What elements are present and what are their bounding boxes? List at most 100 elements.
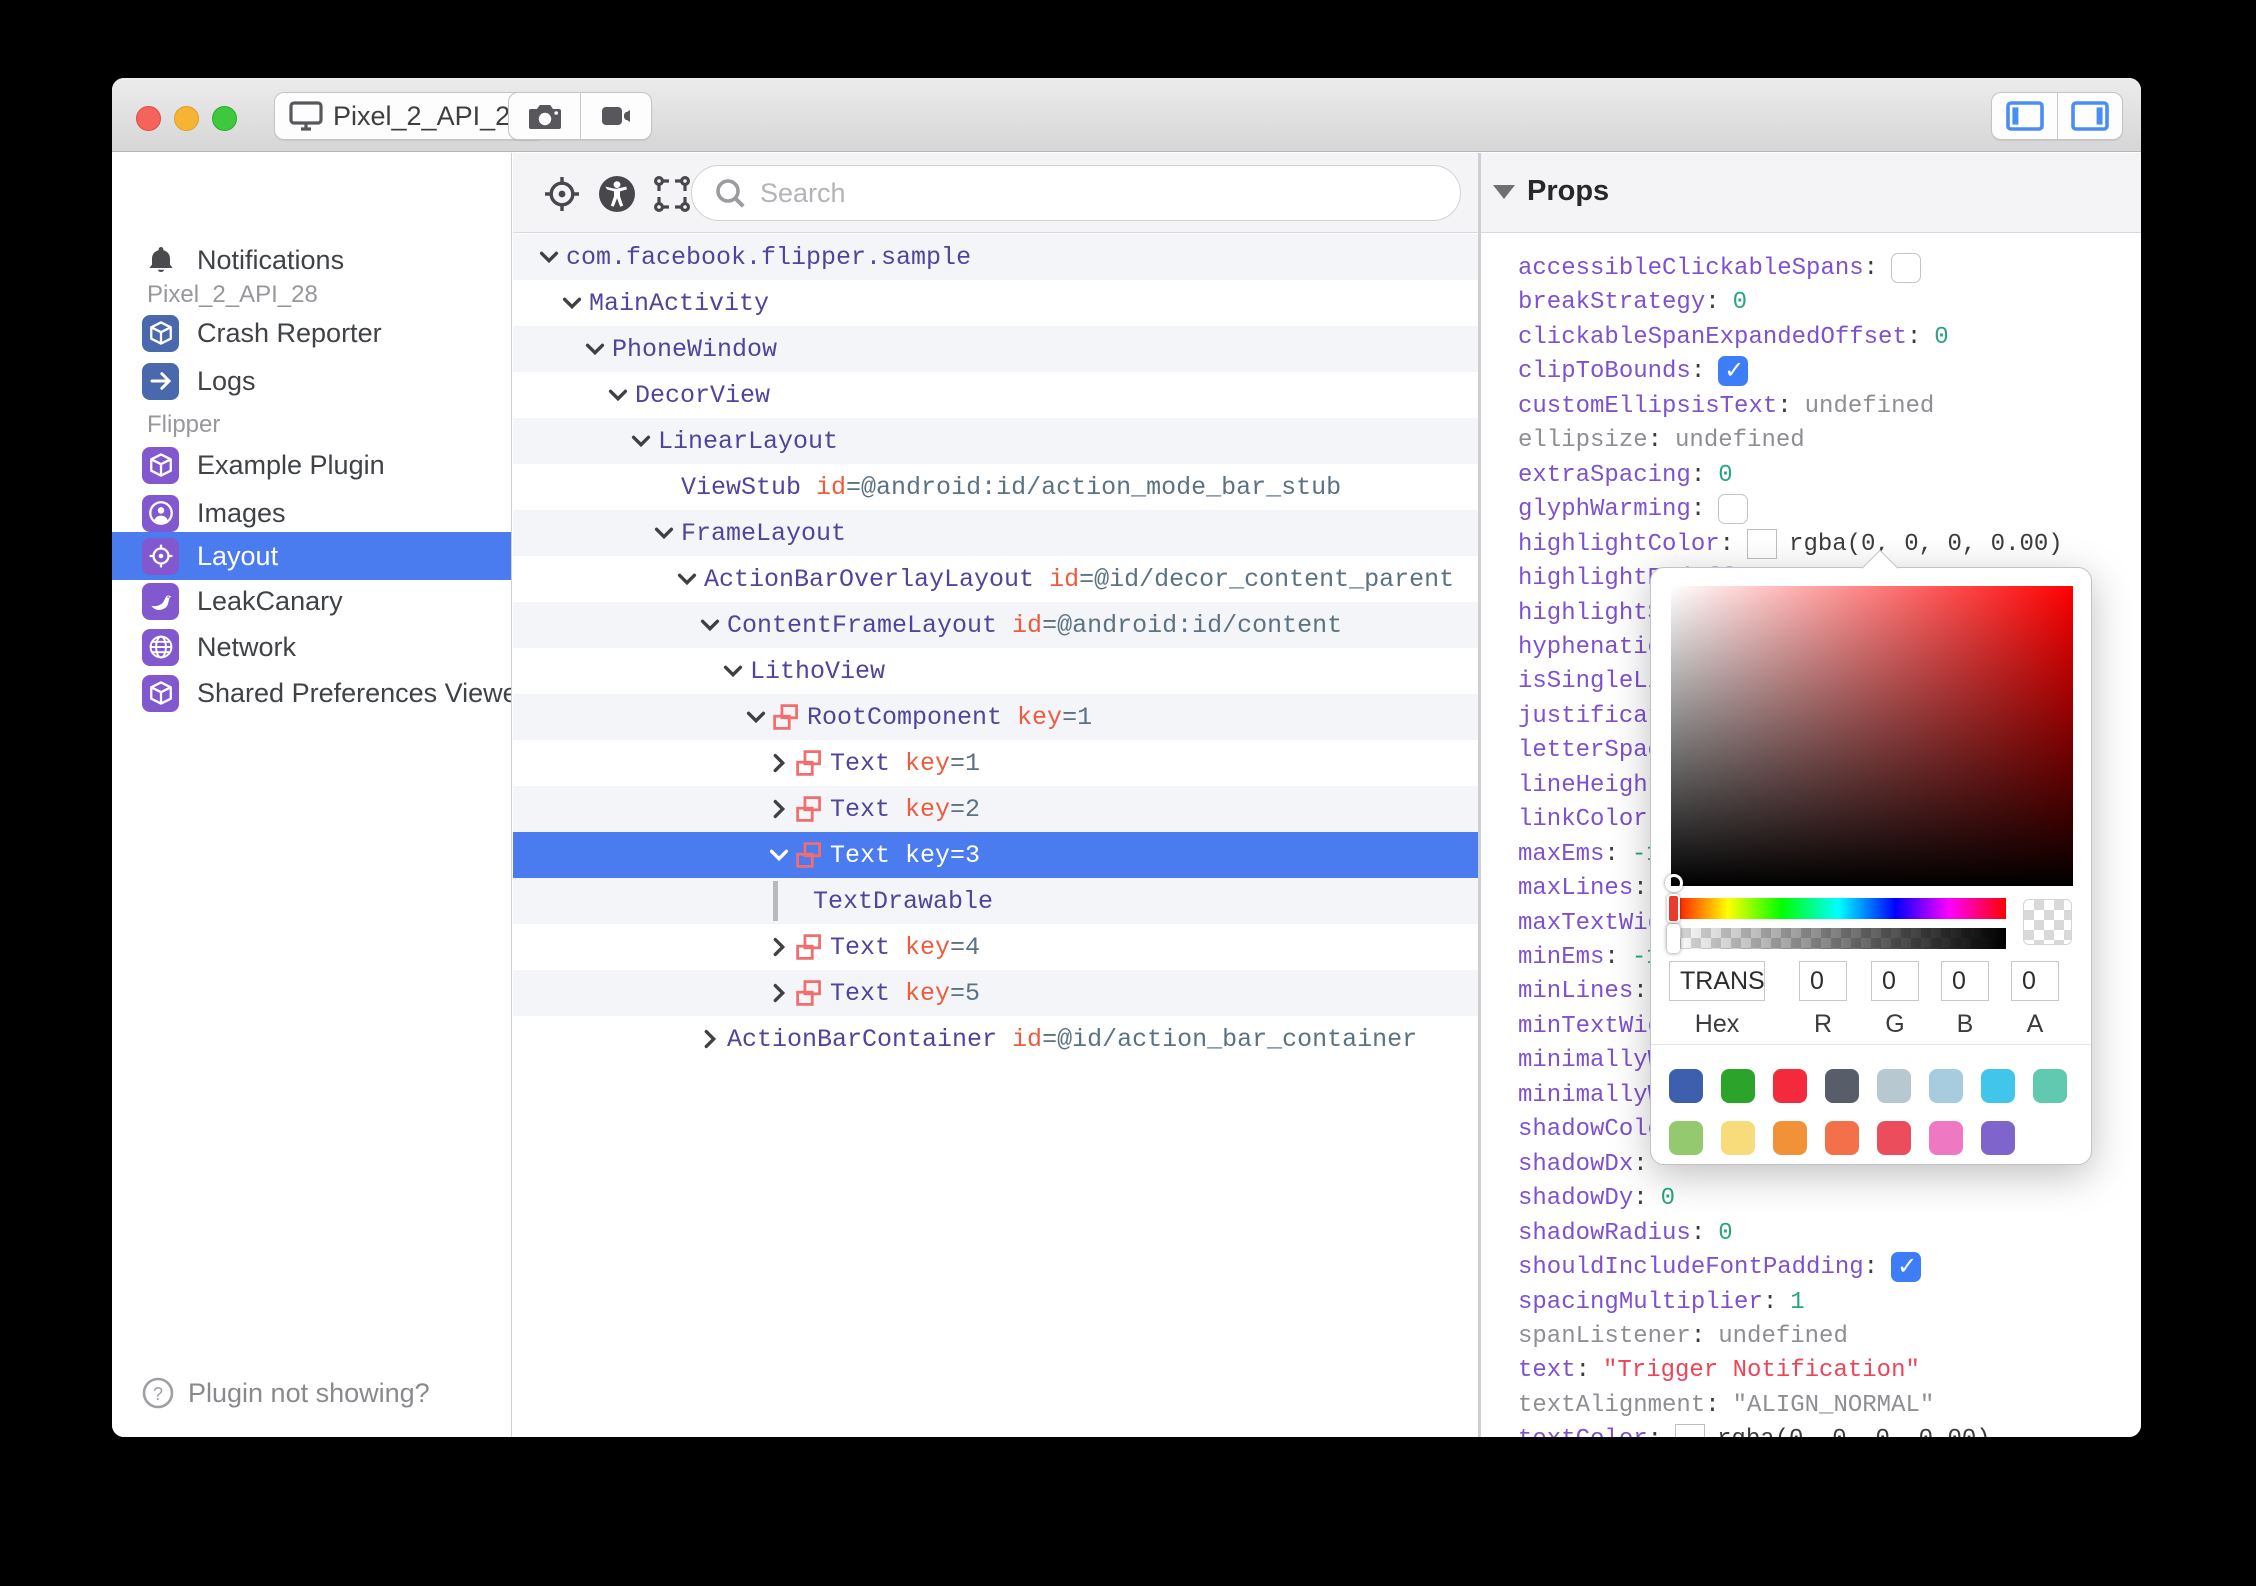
tree-row-text[interactable]: Text key =3: [513, 832, 1478, 878]
preset-color-swatch[interactable]: [1825, 1069, 1859, 1103]
chevron-collapsed-icon[interactable]: [697, 1026, 727, 1052]
preset-color-swatch[interactable]: [2033, 1069, 2067, 1103]
tree-row-textdrawable[interactable]: TextDrawable: [513, 878, 1478, 924]
preset-color-swatch[interactable]: [1981, 1069, 2015, 1103]
blue-input[interactable]: 0: [1941, 961, 1989, 1001]
sidebar-item-network[interactable]: Network: [112, 623, 511, 671]
prop-value: 0: [1660, 1184, 1676, 1212]
element-name: ActionBarOverlayLayout: [704, 564, 1035, 594]
prop-name: highlightColor: [1518, 530, 1720, 558]
preset-color-swatch[interactable]: [1981, 1121, 2015, 1155]
preset-color-swatch[interactable]: [1929, 1121, 1963, 1155]
prop-row-highlightcolor: highlightColor: rgba(0, 0, 0, 0.00): [1518, 529, 2063, 559]
hue-slider[interactable]: [1667, 894, 2006, 923]
chevron-expanded-icon[interactable]: [536, 244, 566, 270]
sidebar-item-leakcanary[interactable]: LeakCanary: [112, 577, 511, 625]
tree-row-framelayout[interactable]: FrameLayout: [513, 510, 1478, 556]
alpha-input[interactable]: 0: [2011, 961, 2059, 1001]
alpha-slider[interactable]: [1667, 924, 2006, 953]
preset-color-swatch[interactable]: [1773, 1069, 1807, 1103]
tree-row-actionbarcontainer[interactable]: ActionBarContainer id =@id/action_bar_cont…: [513, 1016, 1478, 1062]
prop-row-breakstrategy: breakStrategy:0: [1518, 288, 1748, 316]
toggle-left-sidebar-button[interactable]: [1992, 93, 2057, 139]
tree-row-mainactivity[interactable]: MainActivity: [513, 280, 1478, 326]
zoom-button[interactable]: [212, 106, 237, 131]
preset-color-swatch[interactable]: [1721, 1069, 1755, 1103]
prop-color-swatch[interactable]: [1675, 1424, 1706, 1437]
prop-checkbox[interactable]: [1891, 253, 1922, 283]
target-mode-icon[interactable]: [543, 175, 581, 213]
element-attr-name: key: [905, 748, 951, 778]
preset-color-swatch[interactable]: [1669, 1069, 1703, 1103]
preset-color-swatch[interactable]: [1773, 1121, 1807, 1155]
sidebar-item-example-plugin[interactable]: Example Plugin: [112, 441, 511, 489]
preset-color-swatch[interactable]: [1721, 1121, 1755, 1155]
tree-row-rootcomponent[interactable]: RootComponent key =1: [513, 694, 1478, 740]
minimize-button[interactable]: [174, 106, 199, 131]
preset-color-swatch[interactable]: [1877, 1121, 1911, 1155]
saturation-cursor[interactable]: [1665, 874, 1683, 892]
prop-checkbox[interactable]: [1718, 356, 1749, 386]
sidebar-item-images[interactable]: Images: [112, 489, 511, 537]
close-button[interactable]: [136, 106, 161, 131]
prop-checkbox[interactable]: [1718, 494, 1749, 524]
search-input[interactable]: Search: [691, 165, 1461, 221]
prop-color-swatch[interactable]: [1747, 529, 1778, 559]
chevron-expanded-icon[interactable]: [766, 842, 796, 868]
tree-row-lithoview[interactable]: LithoView: [513, 648, 1478, 694]
litho-component-icon: [796, 750, 822, 776]
tree-row-linearlayout[interactable]: LinearLayout: [513, 418, 1478, 464]
element-attr-name: key: [905, 794, 951, 824]
tree-row-text[interactable]: Text key =2: [513, 786, 1478, 832]
alpha-slider-handle[interactable]: [1667, 924, 1680, 953]
tree-row-com.facebook.flipper.sample[interactable]: com.facebook.flipper.sample: [513, 234, 1478, 280]
green-input[interactable]: 0: [1871, 961, 1919, 1001]
preset-color-swatch[interactable]: [1669, 1121, 1703, 1155]
chevron-expanded-icon[interactable]: [720, 658, 750, 684]
preset-color-swatch[interactable]: [1929, 1069, 1963, 1103]
search-placeholder: Search: [760, 177, 846, 208]
sidebar-item-notifications[interactable]: Notifications: [112, 236, 511, 284]
prop-checkbox[interactable]: [1891, 1252, 1922, 1282]
tree-row-actionbaroverlaylayout[interactable]: ActionBarOverlayLayout id =@id/decor_conte…: [513, 556, 1478, 602]
sidebar-item-layout[interactable]: Layout: [112, 532, 511, 580]
toggle-right-sidebar-button[interactable]: [2057, 93, 2122, 139]
preset-color-swatch[interactable]: [1825, 1121, 1859, 1155]
chevron-collapsed-icon[interactable]: [766, 980, 796, 1006]
chevron-expanded-icon[interactable]: [674, 566, 704, 592]
chevron-expanded-icon[interactable]: [559, 290, 589, 316]
tree-row-text[interactable]: Text key =4: [513, 924, 1478, 970]
saturation-gradient[interactable]: [1665, 586, 2073, 892]
chevron-expanded-icon[interactable]: [605, 382, 635, 408]
plugin-not-showing-link[interactable]: ? Plugin not showing?: [142, 1377, 430, 1409]
chevron-expanded-icon[interactable]: [628, 428, 658, 454]
device-selector-button[interactable]: Pixel_2_API_28: [274, 92, 547, 140]
tree-row-viewstub[interactable]: ViewStub id =@android:id/action_mode_bar_s…: [513, 464, 1478, 510]
accessibility-icon[interactable]: [598, 175, 636, 213]
sidebar-item-shared-preferences-viewer[interactable]: Shared Preferences Viewer: [112, 669, 511, 717]
chevron-collapsed-icon[interactable]: [766, 934, 796, 960]
sidebar-item-logs[interactable]: Logs: [112, 357, 511, 405]
select-element-icon[interactable]: [653, 175, 691, 213]
hex-input[interactable]: TRANS: [1669, 961, 1765, 1001]
element-attr-name: key: [905, 840, 951, 870]
screen-record-button[interactable]: [580, 93, 651, 139]
chevron-expanded-icon[interactable]: [697, 612, 727, 638]
chevron-expanded-icon[interactable]: [743, 704, 773, 730]
tree-row-contentframelayout[interactable]: ContentFrameLayout id =@android:id/content: [513, 602, 1478, 648]
tree-row-text[interactable]: Text key =5: [513, 970, 1478, 1016]
chevron-expanded-icon[interactable]: [582, 336, 612, 362]
red-input[interactable]: 0: [1799, 961, 1847, 1001]
screenshot-button[interactable]: [509, 93, 580, 139]
prop-name: highlightS: [1518, 599, 1663, 627]
tree-row-decorview[interactable]: DecorView: [513, 372, 1478, 418]
hue-slider-handle[interactable]: [1667, 894, 1680, 923]
chevron-collapsed-icon[interactable]: [766, 796, 796, 822]
chevron-expanded-icon[interactable]: [651, 520, 681, 546]
preset-color-swatch[interactable]: [1877, 1069, 1911, 1103]
chevron-collapsed-icon[interactable]: [766, 750, 796, 776]
tree-row-text[interactable]: Text key =1: [513, 740, 1478, 786]
sidebar-item-crash-reporter[interactable]: Crash Reporter: [112, 309, 511, 357]
tree-row-phonewindow[interactable]: PhoneWindow: [513, 326, 1478, 372]
props-section-header[interactable]: Props: [1481, 153, 2141, 233]
